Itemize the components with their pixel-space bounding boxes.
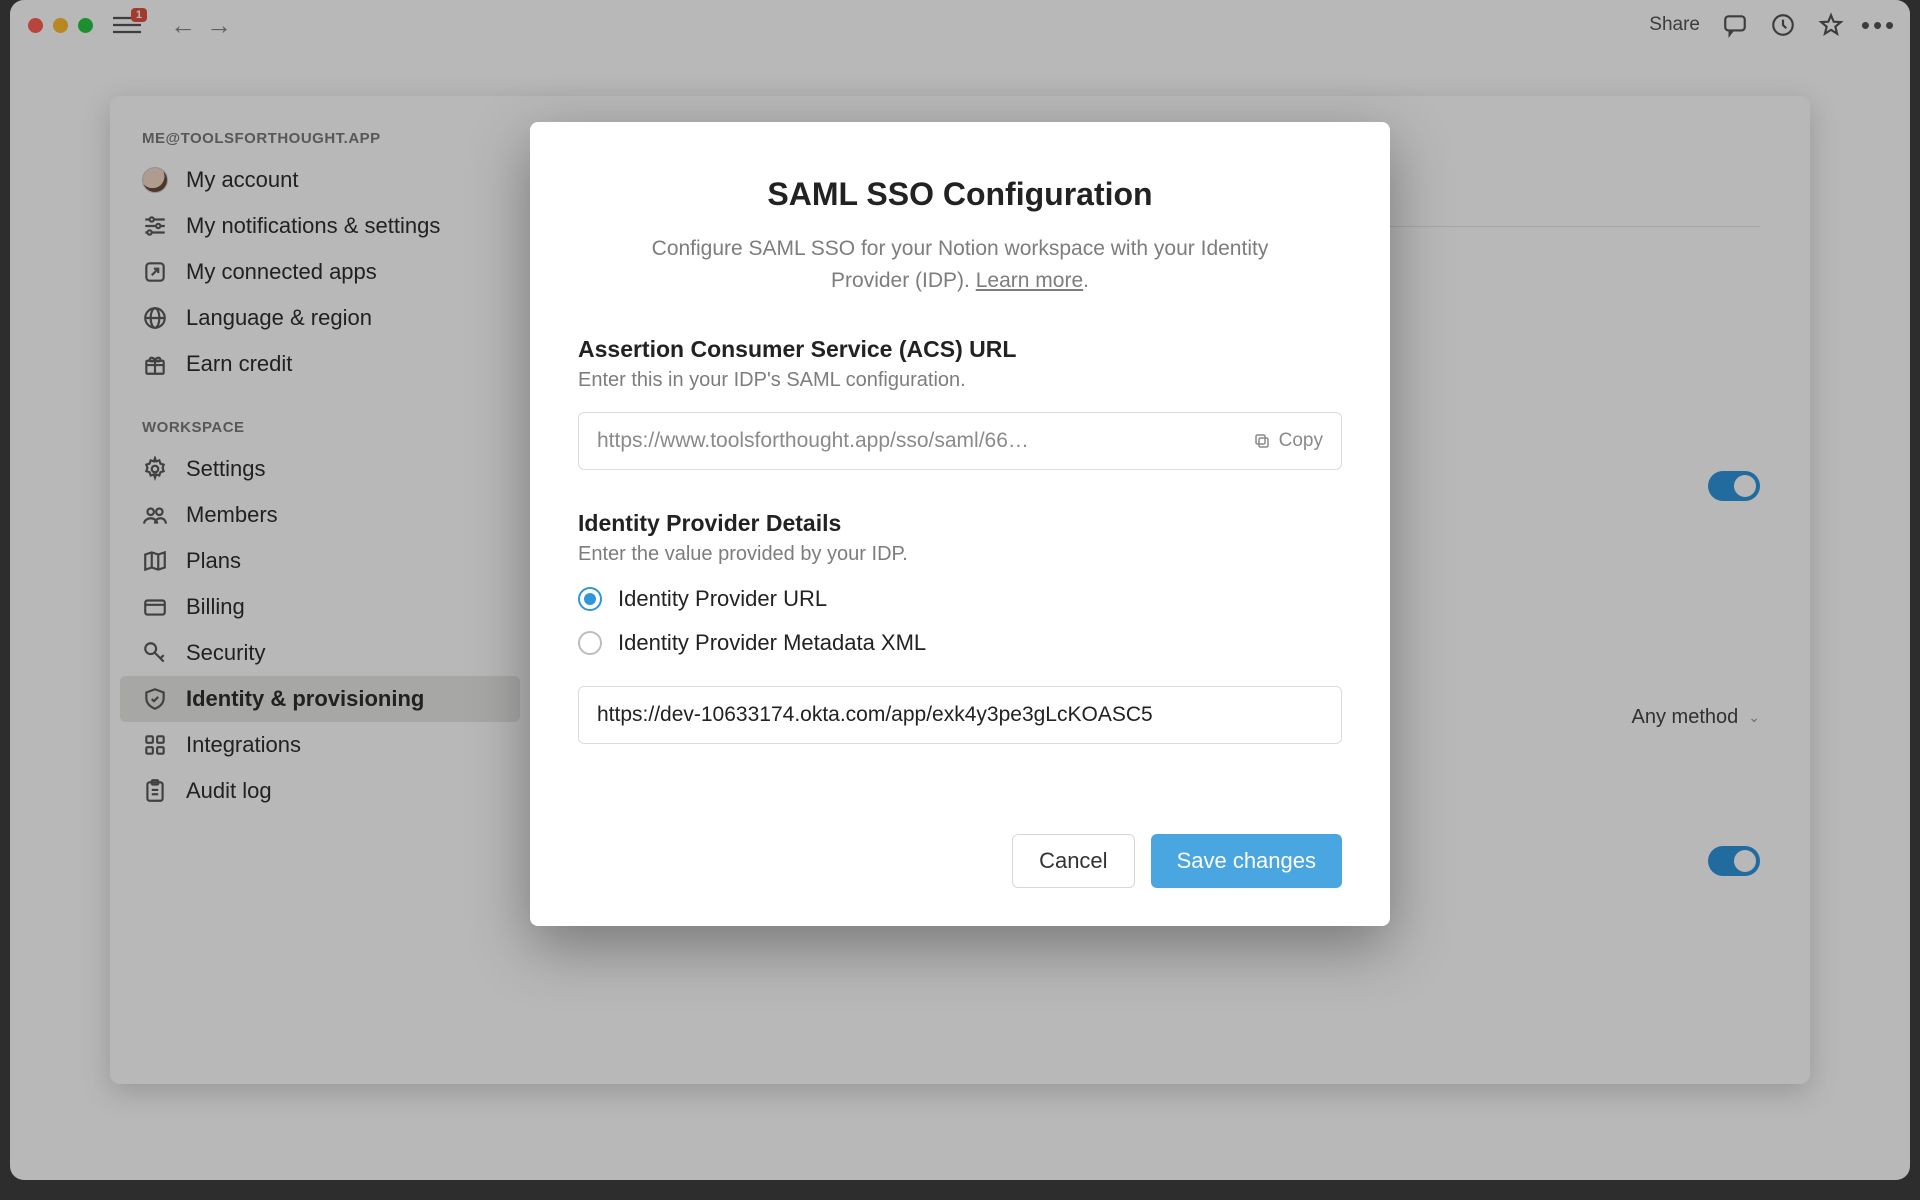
sidebar-badge: 1 [131,8,147,22]
login-method-label: Any method [1632,706,1739,729]
copy-label: Copy [1279,430,1323,452]
acs-url-title: Assertion Consumer Service (ACS) URL [578,336,1342,363]
radio-button-selected [578,587,602,611]
sidebar-item-my-account[interactable]: My account [120,157,520,203]
share-button[interactable]: Share [1649,14,1700,36]
acs-url-field: https://www.toolsforthought.app/sso/saml… [578,412,1342,470]
sidebar-item-earn-credit[interactable]: Earn credit [120,341,520,387]
external-link-icon [142,259,168,285]
sidebar-item-members[interactable]: Members [120,492,520,538]
credit-card-icon [142,594,168,620]
toggle-sidebar-button[interactable]: 1 [113,14,141,36]
traffic-lights [28,18,93,33]
updates-icon[interactable] [1770,12,1796,38]
sidebar-item-notifications[interactable]: My notifications & settings [120,203,520,249]
more-menu-icon[interactable]: ••• [1866,12,1892,38]
avatar-icon [142,167,168,193]
sidebar-item-label: Earn credit [186,351,292,377]
gear-icon [142,456,168,482]
sidebar-item-settings[interactable]: Settings [120,446,520,492]
sidebar-item-label: My connected apps [186,259,377,285]
learn-more-link[interactable]: Learn more [976,269,1083,292]
idp-url-input[interactable]: https://dev-10633174.okta.com/app/exk4y3… [578,686,1342,744]
modal-title: SAML SSO Configuration [578,176,1342,213]
gift-icon [142,351,168,377]
sidebar-item-label: Security [186,640,265,666]
window-zoom[interactable] [78,18,93,33]
sidebar-item-label: Members [186,502,278,528]
chevron-down-icon: ⌄ [1748,709,1760,726]
toggle-switch[interactable] [1708,471,1760,501]
toggle-row-3 [1708,846,1760,876]
members-icon [142,502,168,528]
sidebar-item-label: Language & region [186,305,372,331]
cancel-button[interactable]: Cancel [1012,834,1134,888]
sidebar-item-label: My notifications & settings [186,213,440,239]
sidebar-item-label: Settings [186,456,266,482]
copy-button[interactable]: Copy [1253,430,1323,452]
modal-subtitle: Configure SAML SSO for your Notion works… [640,233,1280,296]
modal-footer: Cancel Save changes [578,834,1342,888]
sidebar-item-label: Integrations [186,732,301,758]
sidebar-item-language[interactable]: Language & region [120,295,520,341]
shield-check-icon [142,686,168,712]
acs-url-value: https://www.toolsforthought.app/sso/saml… [597,429,1239,453]
login-method-dropdown[interactable]: Any method ⌄ [1632,706,1760,729]
window-minimize[interactable] [53,18,68,33]
sidebar-item-security[interactable]: Security [120,630,520,676]
app-window: 1 ← → Share ••• ME@TOOLSFORTHOUGHT.APP M… [10,0,1910,1180]
sidebar-item-plans[interactable]: Plans [120,538,520,584]
key-icon [142,640,168,666]
idp-radio-group: Identity Provider URL Identity Provider … [578,586,1342,656]
sidebar-account-heading: ME@TOOLSFORTHOUGHT.APP [120,124,520,157]
radio-label: Identity Provider Metadata XML [618,630,926,656]
sidebar-item-label: My account [186,167,299,193]
toggle-switch[interactable] [1708,846,1760,876]
sidebar-item-label: Plans [186,548,241,574]
radio-button [578,631,602,655]
titlebar-left: 1 ← → [28,11,233,39]
acs-url-desc: Enter this in your IDP's SAML configurat… [578,369,1342,392]
save-changes-button[interactable]: Save changes [1151,834,1342,888]
nav-back-button[interactable]: ← [169,11,197,39]
toggle-row-1 [1708,471,1760,501]
sidebar-item-audit-log[interactable]: Audit log [120,768,520,814]
titlebar: 1 ← → Share ••• [10,0,1910,50]
settings-sidebar: ME@TOOLSFORTHOUGHT.APP My account My not… [110,96,530,1084]
idp-url-value: https://dev-10633174.okta.com/app/exk4y3… [597,703,1153,727]
saml-sso-config-modal: SAML SSO Configuration Configure SAML SS… [530,122,1390,926]
sidebar-item-billing[interactable]: Billing [120,584,520,630]
titlebar-right: Share ••• [1649,12,1892,38]
nav-arrows: ← → [169,11,233,39]
idp-details-title: Identity Provider Details [578,510,1342,537]
sidebar-item-integrations[interactable]: Integrations [120,722,520,768]
comments-icon[interactable] [1722,12,1748,38]
copy-icon [1253,432,1271,450]
sidebar-item-label: Billing [186,594,245,620]
sidebar-workspace-heading: WORKSPACE [120,413,520,446]
clipboard-list-icon [142,778,168,804]
nav-forward-button[interactable]: → [205,11,233,39]
globe-icon [142,305,168,331]
sidebar-item-label: Audit log [186,778,272,804]
grid-icon [142,732,168,758]
radio-label: Identity Provider URL [618,586,827,612]
idp-details-desc: Enter the value provided by your IDP. [578,543,1342,566]
sidebar-item-label: Identity & provisioning [186,686,424,712]
radio-idp-metadata-xml[interactable]: Identity Provider Metadata XML [578,630,1342,656]
window-close[interactable] [28,18,43,33]
favorite-icon[interactable] [1818,12,1844,38]
sliders-icon [142,213,168,239]
sidebar-item-identity-provisioning[interactable]: Identity & provisioning [120,676,520,722]
radio-idp-url[interactable]: Identity Provider URL [578,586,1342,612]
map-icon [142,548,168,574]
sidebar-item-connected-apps[interactable]: My connected apps [120,249,520,295]
